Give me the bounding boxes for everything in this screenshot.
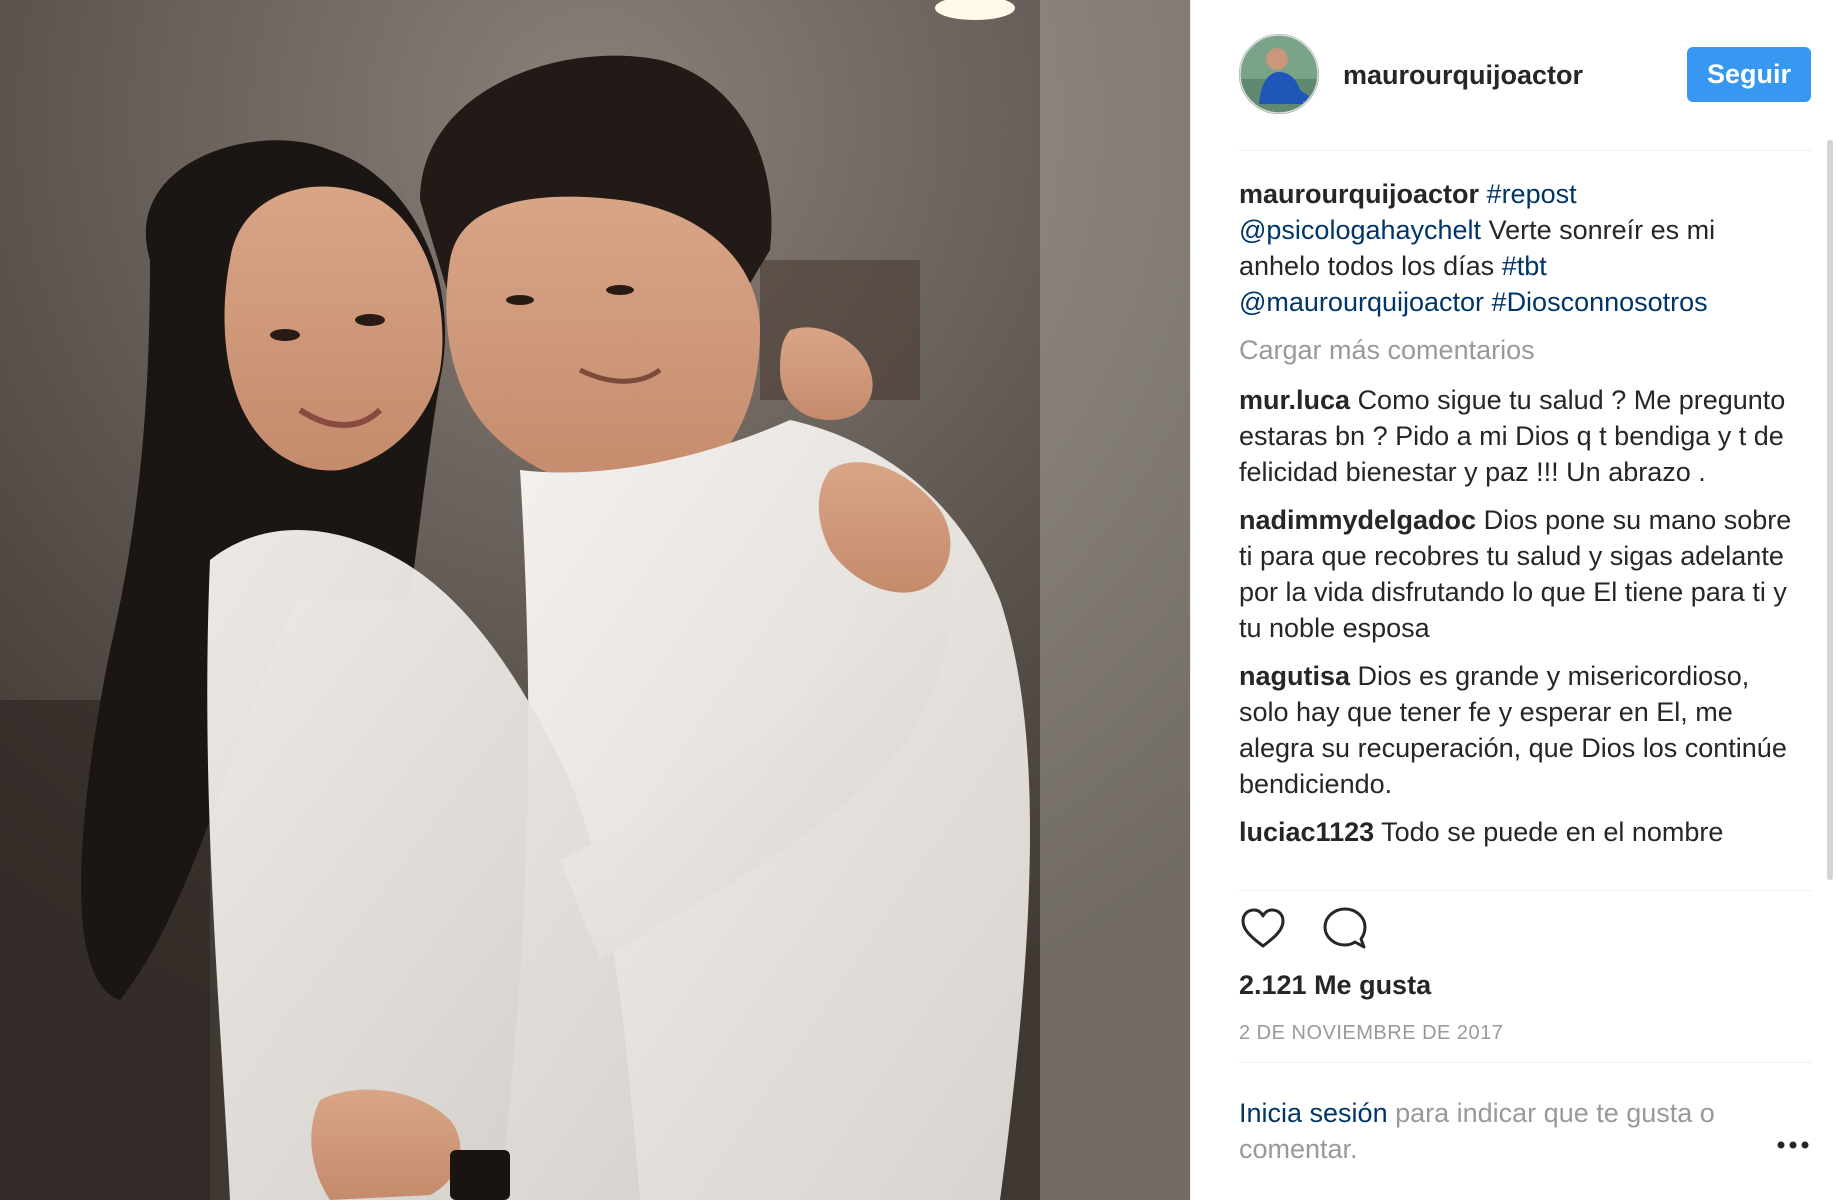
comment-item: luciac1123 Todo se puede en el nombre <box>1239 814 1799 850</box>
heart-icon[interactable] <box>1239 905 1289 955</box>
hashtag-repost[interactable]: #repost <box>1487 179 1577 209</box>
comments-section: maurourquijoactor #repost @psicologahayc… <box>1239 176 1799 881</box>
more-options-icon[interactable] <box>1775 1133 1811 1157</box>
scrollbar-thumb[interactable] <box>1827 140 1833 880</box>
comment-item: mur.luca Como sigue tu salud ? Me pregun… <box>1239 382 1799 490</box>
comment-item: nadimmydelgadoc Dios pone su mano sobre … <box>1239 502 1799 646</box>
mention-maurourquijoactor[interactable]: @maurourquijoactor <box>1239 287 1484 317</box>
follow-button[interactable]: Seguir <box>1687 47 1811 102</box>
post-header: maurourquijoactor Seguir <box>1239 32 1811 120</box>
comment-username[interactable]: luciac1123 <box>1239 817 1374 847</box>
hashtag-tbt[interactable]: #tbt <box>1502 251 1547 281</box>
mention-psicologahaychelt[interactable]: @psicologahaychelt <box>1239 215 1481 245</box>
comment-username[interactable]: mur.luca <box>1239 385 1350 415</box>
comment-username[interactable]: nagutisa <box>1239 661 1350 691</box>
comments-divider <box>1239 890 1811 891</box>
caption: maurourquijoactor #repost @psicologahayc… <box>1239 176 1799 320</box>
post-author-username[interactable]: maurourquijoactor <box>1343 60 1583 91</box>
caption-username[interactable]: maurourquijoactor <box>1239 179 1479 209</box>
post-actions <box>1239 905 1439 955</box>
comment-item: nagutisa Dios es grande y misericordioso… <box>1239 658 1799 802</box>
post-photo[interactable] <box>0 0 1190 1200</box>
avatar[interactable] <box>1239 34 1319 114</box>
couple-photo-illustration <box>0 0 1190 1200</box>
header-divider <box>1239 150 1811 151</box>
likes-count[interactable]: 2.121 Me gusta <box>1239 970 1431 1001</box>
post-sidebar: maurourquijoactor Seguir maurourquijoact… <box>1190 0 1836 1200</box>
avatar-image <box>1239 34 1319 114</box>
footer-divider <box>1239 1062 1811 1063</box>
login-link[interactable]: Inicia sesión <box>1239 1098 1388 1128</box>
hashtag-diosconnosotros[interactable]: #Diosconnosotros <box>1492 287 1708 317</box>
post-date: 2 DE NOVIEMBRE DE 2017 <box>1239 1022 1504 1044</box>
login-prompt: Inicia sesión para indicar que te gusta … <box>1239 1095 1759 1167</box>
comment-text: Todo se puede en el nombre <box>1381 817 1724 847</box>
load-more-comments-link[interactable]: Cargar más comentarios <box>1239 332 1799 368</box>
comment-username[interactable]: nadimmydelgadoc <box>1239 505 1476 535</box>
comment-icon[interactable] <box>1321 905 1371 955</box>
comments-scrollbar[interactable] <box>1827 140 1833 880</box>
